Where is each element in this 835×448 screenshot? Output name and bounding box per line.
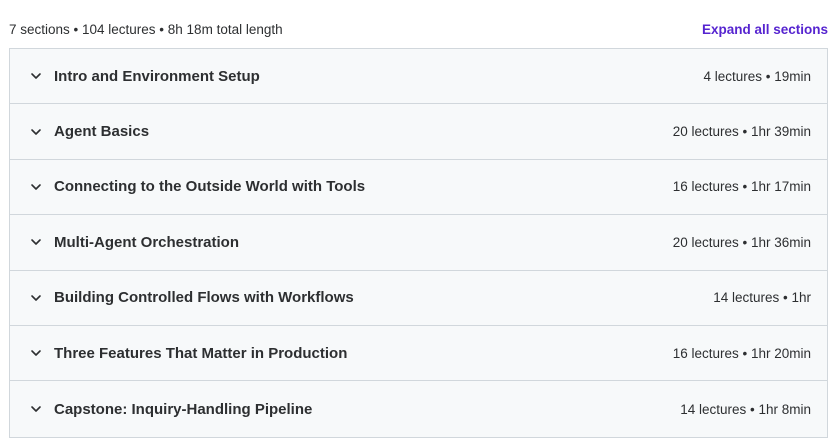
section-row[interactable]: Three Features That Matter in Production… — [10, 325, 827, 382]
section-title: Building Controlled Flows with Workflows — [54, 289, 354, 307]
chevron-down-icon — [30, 403, 42, 415]
section-title: Capstone: Inquiry-Handling Pipeline — [54, 400, 313, 418]
section-row[interactable]: Intro and Environment Setup 4 lectures •… — [10, 49, 827, 105]
expand-all-sections-button[interactable]: Expand all sections — [702, 22, 828, 37]
chevron-down-icon — [30, 70, 42, 82]
chevron-down-icon — [30, 181, 42, 193]
section-row[interactable]: Capstone: Inquiry-Handling Pipeline 14 l… — [10, 381, 827, 437]
section-list: Intro and Environment Setup 4 lectures •… — [9, 48, 828, 438]
section-meta: 16 lectures • 1hr 17min — [672, 179, 811, 195]
section-meta: 4 lectures • 19min — [703, 68, 811, 84]
section-meta: 20 lectures • 1hr 36min — [672, 234, 811, 250]
chevron-down-icon — [30, 347, 42, 359]
section-title: Intro and Environment Setup — [54, 67, 260, 85]
section-title: Three Features That Matter in Production — [54, 344, 348, 362]
curriculum-summary: 7 sections • 104 lectures • 8h 18m total… — [9, 21, 283, 37]
course-curriculum: 7 sections • 104 lectures • 8h 18m total… — [0, 0, 835, 448]
section-title: Connecting to the Outside World with Too… — [54, 178, 366, 196]
section-meta: 14 lectures • 1hr 8min — [680, 401, 811, 417]
chevron-down-icon — [30, 236, 42, 248]
section-meta: 20 lectures • 1hr 39min — [672, 124, 811, 140]
section-row[interactable]: Connecting to the Outside World with Too… — [10, 159, 827, 216]
section-row[interactable]: Building Controlled Flows with Workflows… — [10, 270, 827, 326]
section-meta: 16 lectures • 1hr 20min — [672, 345, 811, 361]
section-meta: 14 lectures • 1hr — [713, 290, 811, 306]
section-title: Multi-Agent Orchestration — [54, 233, 240, 251]
section-row[interactable]: Agent Basics 20 lectures • 1hr 39min — [10, 104, 827, 160]
chevron-down-icon — [30, 292, 42, 304]
curriculum-summary-bar: 7 sections • 104 lectures • 8h 18m total… — [9, 19, 828, 39]
chevron-down-icon — [30, 126, 42, 138]
section-title: Agent Basics — [54, 123, 150, 141]
section-row[interactable]: Multi-Agent Orchestration 20 lectures • … — [10, 215, 827, 271]
